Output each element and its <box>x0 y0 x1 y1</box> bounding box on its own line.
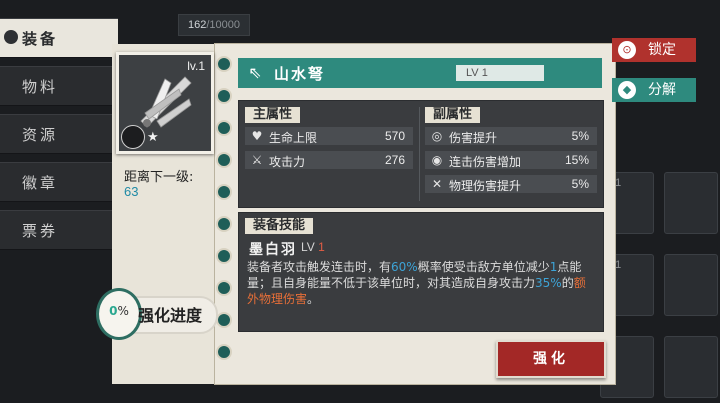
damage-boost-icon: ◎ <box>431 129 443 143</box>
ring-icon <box>216 184 232 200</box>
swords-icon: ⚔ <box>251 153 263 167</box>
ring-icon <box>216 120 232 136</box>
crossbow-item-image <box>140 76 192 128</box>
item-level: LV 1 <box>456 65 544 81</box>
ring-icon <box>216 216 232 232</box>
item-slot[interactable] <box>664 172 718 234</box>
category-sidebar: 装备 物料 资源 徽章 票券 <box>0 14 122 314</box>
skill-level: LV 1 <box>301 240 325 254</box>
enhance-button[interactable]: 强化 <box>496 340 606 378</box>
enhance-progress-badge[interactable]: 0% 强化进度 <box>96 288 218 340</box>
ring-icon <box>216 280 232 296</box>
bow-type-icon <box>121 125 145 149</box>
ring-icon <box>216 152 232 168</box>
sidebar-item-equipment[interactable]: 装备 <box>0 18 118 58</box>
progress-label: 强化进度 <box>138 306 203 325</box>
next-level-value: 63 <box>124 184 139 199</box>
active-tab-icon <box>4 30 18 44</box>
footer-stamp <box>240 352 360 370</box>
ring-icon <box>216 344 232 360</box>
bow-icon: ⇖ <box>248 63 262 82</box>
skill-name: 墨白羽 <box>249 242 297 258</box>
skill-description: 装备者攻击触发连击时，有60%概率使受击敌方单位减少1点能量；且自身能量不低于该… <box>247 260 586 306</box>
sub-attributes-title: 副属性 <box>425 107 481 123</box>
combo-icon: ◉ <box>431 153 443 167</box>
attributes-panel: 主属性 副属性 ♥ 生命上限 570 ⚔ 攻击力 276 ◎ 伤害提升 5% ◉… <box>238 100 604 208</box>
item-card: lv.1 ★ <box>116 52 214 154</box>
ring-icon <box>216 248 232 264</box>
sidebar-item-resources[interactable]: 资源 <box>0 114 118 154</box>
item-slot[interactable] <box>664 336 718 398</box>
sidebar-item-materials[interactable]: 物料 <box>0 66 118 106</box>
ring-icon <box>216 56 232 72</box>
skill-title: 装备技能 <box>245 218 314 234</box>
main-attributes-title: 主属性 <box>245 107 301 123</box>
item-name: 山水弩 <box>274 65 326 83</box>
item-slot[interactable] <box>664 254 718 316</box>
stat-row: ♥ 生命上限 570 <box>245 127 413 145</box>
progress-percent: 0% <box>96 288 142 340</box>
ring-icon <box>216 312 232 328</box>
stat-row: ✕ 物理伤害提升 5% <box>425 175 597 193</box>
heart-icon: ♥ <box>251 129 263 143</box>
stat-row: ◎ 伤害提升 5% <box>425 127 597 145</box>
star-icon: ★ <box>147 130 159 145</box>
equipment-skill-panel: 装备技能 墨白羽 LV 1 装备者攻击触发连击时，有60%概率使受击敌方单位减少… <box>238 212 604 332</box>
ring-icon <box>216 88 232 104</box>
sidebar-item-badges[interactable]: 徽章 <box>0 162 118 202</box>
stat-row: ⚔ 攻击力 276 <box>245 151 413 169</box>
inventory-counter: 162/10000 <box>178 14 250 36</box>
background-item-grid: lv.1 lv.1 <box>600 60 720 403</box>
lock-icon: ⊙ <box>618 41 636 59</box>
next-level-label: 距离下一级: <box>124 170 194 185</box>
decompose-icon: ◆ <box>618 81 636 99</box>
physical-icon: ✕ <box>431 177 443 191</box>
lock-button[interactable]: ⊙ 锁定 <box>612 38 696 62</box>
stat-row: ◉ 连击伤害增加 15% <box>425 151 597 169</box>
sidebar-item-tickets[interactable]: 票券 <box>0 210 118 250</box>
item-name-header: ⇖ 山水弩 LV 1 <box>238 58 602 88</box>
decompose-button[interactable]: ◆ 分解 <box>612 78 696 102</box>
